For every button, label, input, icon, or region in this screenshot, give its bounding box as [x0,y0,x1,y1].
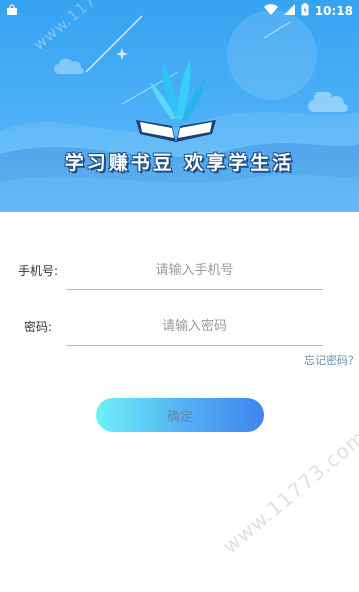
forgot-password-link[interactable]: 忘记密码？ [304,352,359,368]
watermark-text: www.11773.com [218,424,359,559]
password-input[interactable] [66,308,323,346]
phone-row: 手机号: [0,252,359,292]
cloud-icon [54,58,84,74]
wifi-icon [263,4,278,18]
confirm-button[interactable]: 确定 [96,398,264,432]
hero-banner: 10:18 学习赚书豆 欢享学生活 www.1177 [0,0,359,212]
signal-icon [283,4,295,18]
sparkle-icon [116,48,128,60]
hero-slogan: 学习赚书豆 欢享学生活 [64,152,295,174]
app-bag-icon [6,3,18,19]
book-wings-icon [136,60,216,142]
phone-input[interactable] [66,252,323,290]
shooting-star-decoration [263,21,291,39]
password-row: 密码: [0,308,359,348]
status-time: 10:18 [314,4,353,18]
password-label: 密码: [24,320,53,334]
battery-icon [301,3,309,19]
phone-label: 手机号: [18,264,59,278]
status-bar: 10:18 [0,0,359,22]
